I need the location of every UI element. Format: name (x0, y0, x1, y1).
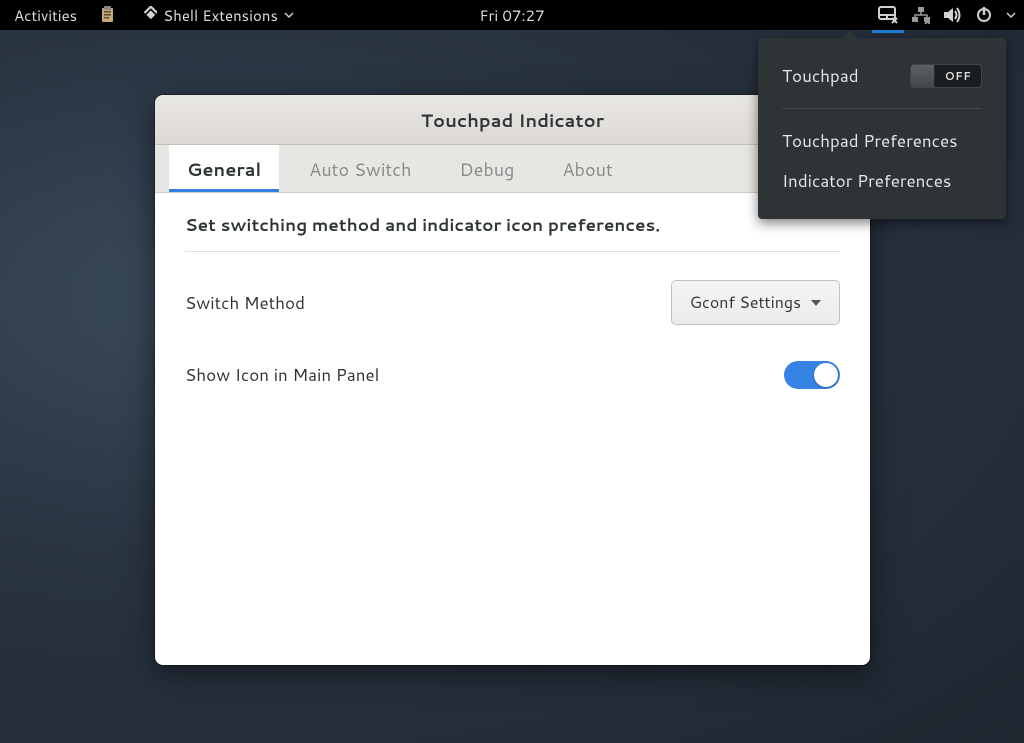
dropdown-value: Gconf Settings (690, 291, 801, 314)
setting-show-icon: Show Icon in Main Panel (185, 351, 840, 415)
switch-method-dropdown[interactable]: Gconf Settings (671, 280, 840, 325)
tab-about[interactable]: About (544, 145, 630, 192)
window-content: Set switching method and indicator icon … (155, 193, 870, 435)
show-icon-switch[interactable] (784, 361, 840, 389)
activities-label: Activities (14, 5, 77, 26)
volume-icon[interactable] (944, 7, 962, 23)
toggle-handle (911, 65, 935, 87)
tab-general[interactable]: General (169, 145, 279, 192)
menu-touchpad-toggle-row[interactable]: Touchpad OFF (758, 56, 1006, 96)
app-menu-label: Shell Extensions (163, 5, 278, 26)
chevron-down-icon (284, 12, 294, 18)
tab-label: Auto Switch (309, 156, 411, 182)
menu-touchpad-preferences[interactable]: Touchpad Preferences (758, 121, 1006, 161)
clock-label: Fri 07:27 (479, 5, 544, 26)
setting-switch-method: Switch Method Gconf Settings (185, 270, 840, 351)
toggle-state-label: OFF (935, 68, 981, 84)
window-title: Touchpad Indicator (421, 107, 604, 133)
section-description: Set switching method and indicator icon … (185, 213, 840, 252)
clipboard-icon[interactable] (99, 6, 117, 24)
power-icon[interactable] (976, 7, 992, 23)
tab-label: Debug (460, 156, 515, 182)
touchpad-toggle[interactable]: OFF (910, 64, 982, 88)
app-menu[interactable]: Shell Extensions (133, 5, 300, 26)
menu-separator (782, 108, 982, 109)
panel-right (878, 6, 1016, 24)
menu-item-label: Indicator Preferences (782, 169, 951, 193)
setting-label: Show Icon in Main Panel (185, 363, 379, 387)
activities-button[interactable]: Activities (8, 5, 83, 26)
top-panel: Activities Shell Extensions (0, 0, 1024, 30)
shell-extensions-icon (139, 6, 157, 24)
tab-auto-switch[interactable]: Auto Switch (291, 145, 429, 192)
panel-left: Activities Shell Extensions (8, 5, 300, 26)
menu-touchpad-label: Touchpad (782, 64, 859, 88)
network-icon[interactable] (912, 6, 930, 24)
clock[interactable]: Fri 07:27 (473, 5, 550, 26)
menu-indicator-preferences[interactable]: Indicator Preferences (758, 161, 1006, 201)
setting-label: Switch Method (185, 291, 305, 315)
tab-label: General (187, 156, 261, 182)
tab-label: About (562, 156, 612, 182)
touchpad-indicator-menu: Touchpad OFF Touchpad Preferences Indica… (758, 38, 1006, 219)
menu-item-label: Touchpad Preferences (782, 129, 958, 153)
tab-debug[interactable]: Debug (442, 145, 533, 192)
system-menu-chevron-icon[interactable] (1006, 12, 1016, 18)
touchpad-indicator-icon[interactable] (878, 6, 898, 24)
